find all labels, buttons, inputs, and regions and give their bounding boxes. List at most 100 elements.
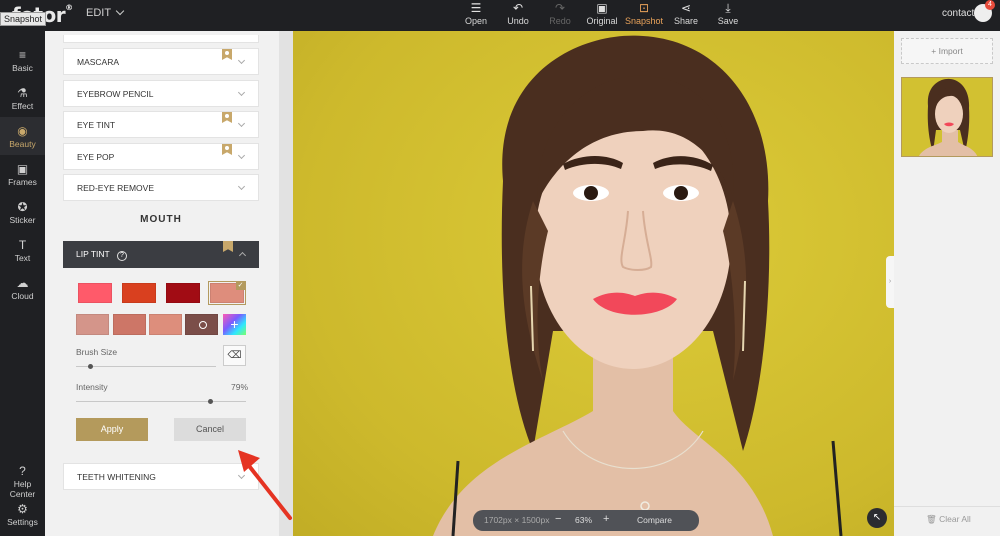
section-title-mouth: MOUTH (140, 214, 182, 225)
accordion-red-eye-remove[interactable]: RED-EYE REMOVE (63, 174, 259, 201)
notification-badge[interactable]: 4 (985, 0, 995, 10)
sidebar-item-basic[interactable]: ≡ Basic (0, 41, 45, 79)
accordion-teeth-whitening[interactable]: TEETH WHITENING (63, 463, 259, 490)
right-panel-divider (894, 506, 1000, 507)
cancel-button[interactable]: Cancel (174, 418, 246, 441)
menu-icon: ☰ (470, 1, 482, 15)
cloud-icon: ☁ (16, 276, 29, 290)
toolbar-label: Undo (507, 16, 529, 26)
help-icon: ? (19, 464, 26, 478)
toolbar-label: Open (464, 16, 488, 26)
lip-tint-header[interactable]: LIP TINT ? (63, 241, 259, 268)
apply-button[interactable]: Apply (76, 418, 148, 441)
sidebar-item-label: Sticker (9, 215, 36, 225)
trash-icon: 🗑 (926, 514, 940, 524)
toolbar-snapshot-button[interactable]: ⊡ Snapshot (623, 1, 665, 31)
sliders-icon: ≡ (18, 48, 26, 62)
chevron-down-icon (115, 6, 125, 16)
premium-crown-icon (222, 144, 232, 155)
gear-icon: ⚙ (17, 502, 28, 516)
lip-color-swatch[interactable] (78, 283, 112, 303)
sidebar-item-frames[interactable]: ▣ Frames (0, 155, 45, 193)
sidebar-item-cloud[interactable]: ☁ Cloud (0, 269, 45, 307)
lip-color-swatch[interactable] (76, 314, 109, 335)
sidebar-item-text[interactable]: T Text (0, 231, 45, 269)
lip-color-swatch[interactable] (149, 314, 182, 335)
toolbar-original-button[interactable]: ▣ Original (581, 1, 623, 31)
add-color-button[interactable]: + (223, 314, 246, 335)
toolbar-label: Snapshot (624, 16, 664, 26)
toolbar-label: Share (673, 16, 699, 26)
sidebar-item-label: Effect (11, 101, 34, 111)
lip-color-swatch[interactable]: ✓ (208, 281, 246, 305)
frame-icon: ▣ (16, 162, 29, 176)
plus-icon: + (931, 46, 939, 56)
sticker-icon: ✪ (17, 200, 28, 214)
sidebar-item-help-center[interactable]: ? Help Center (0, 457, 45, 499)
accordion-eye-tint[interactable]: EYE TINT (63, 111, 259, 138)
photo-canvas[interactable] (293, 31, 894, 536)
compare-button[interactable]: Compare (637, 515, 672, 525)
intensity-slider[interactable] (76, 401, 246, 402)
brush-size-slider-handle[interactable] (88, 364, 93, 369)
brush-size-label: Brush Size (76, 347, 118, 357)
brush-size-slider[interactable] (76, 366, 216, 367)
zoom-bar: 1702px × 1500px − 63% + Compare (473, 510, 699, 531)
accordion-label: TEETH WHITENING (77, 472, 156, 482)
share-icon: ⋖ (680, 1, 692, 15)
toolbar-share-button[interactable]: ⋖ Share (665, 1, 707, 31)
accordion-eyebrow-pencil[interactable]: EYEBROW PENCIL (63, 80, 259, 107)
lip-color-swatch[interactable] (122, 283, 156, 303)
accordion-mascara[interactable]: MASCARA (63, 48, 259, 75)
snapshot-icon: ⊡ (638, 1, 650, 15)
sidebar-item-label: Basic (12, 63, 33, 73)
lip-tint-label: LIP TINT (76, 249, 110, 259)
toolbar-label: Redo (549, 16, 571, 26)
original-icon: ▣ (596, 1, 608, 15)
sidebar-item-sticker[interactable]: ✪ Sticker (0, 193, 45, 231)
toolbar-label: Original (586, 16, 618, 26)
flask-icon: ⚗ (17, 86, 28, 100)
chevron-up-icon (238, 251, 247, 260)
sidebar-item-beauty[interactable]: ◉ Beauty (0, 117, 45, 155)
annotation-arrow-icon (238, 450, 292, 520)
chevron-down-icon (237, 56, 246, 65)
edit-menu[interactable]: EDIT (86, 6, 125, 19)
help-icon[interactable]: ? (116, 251, 127, 261)
sidebar-item-settings[interactable]: ⚙ Settings (0, 495, 45, 533)
chevron-down-icon (237, 182, 246, 191)
left-nav: ≡ Basic ⚗ Effect ◉ Beauty ▣ Frames ✪ Sticker T Text… (0, 31, 45, 536)
collapse-right-panel-button[interactable]: › (886, 256, 894, 308)
clear-all-button[interactable]: 🗑 Clear All (926, 514, 971, 525)
sidebar-item-effect[interactable]: ⚗ Effect (0, 79, 45, 117)
accordion-eye-pop[interactable]: EYE POP (63, 143, 259, 170)
chevron-down-icon (237, 88, 246, 97)
eye-icon: ◉ (17, 124, 28, 138)
intensity-label: Intensity (76, 382, 108, 392)
toolbar-undo-button[interactable]: ↶ Undo (497, 1, 539, 31)
lip-color-swatch[interactable] (185, 314, 218, 335)
toolbar-redo-button[interactable]: ↷ Redo (539, 1, 581, 31)
expand-icon[interactable]: ↖ (867, 508, 887, 528)
toolbar-save-button[interactable]: ⤓ Save (707, 1, 749, 31)
user-name[interactable]: contact (942, 8, 974, 19)
sidebar-item-label: Beauty (9, 139, 36, 149)
toolbar: ☰ Open ↶ Undo ↷ Redo ▣ Original ⊡ Snapshot ⋖ Share ⤓… (455, 1, 749, 31)
import-button[interactable]: + Import (901, 38, 993, 64)
lip-color-swatch[interactable] (113, 314, 146, 335)
accordion-label: EYEBROW PENCIL (77, 89, 154, 99)
zoom-value: 63% (575, 515, 593, 525)
eraser-button[interactable]: ⌫ (223, 345, 246, 366)
toolbar-open-button[interactable]: ☰ Open (455, 1, 497, 31)
accordion-label: EYE TINT (77, 120, 116, 130)
ring-icon (199, 321, 207, 329)
eraser-icon: ⌫ (227, 350, 242, 361)
image-dimensions: 1702px × 1500px (484, 515, 550, 525)
sidebar-item-label: Settings (7, 517, 38, 527)
zoom-in-button[interactable]: + (603, 513, 609, 525)
text-icon: T (18, 238, 27, 252)
lip-color-swatch[interactable] (166, 283, 200, 303)
snapshot-tooltip: Snapshot (0, 12, 47, 26)
zoom-out-button[interactable]: − (555, 513, 561, 525)
image-thumbnail[interactable] (901, 77, 993, 157)
